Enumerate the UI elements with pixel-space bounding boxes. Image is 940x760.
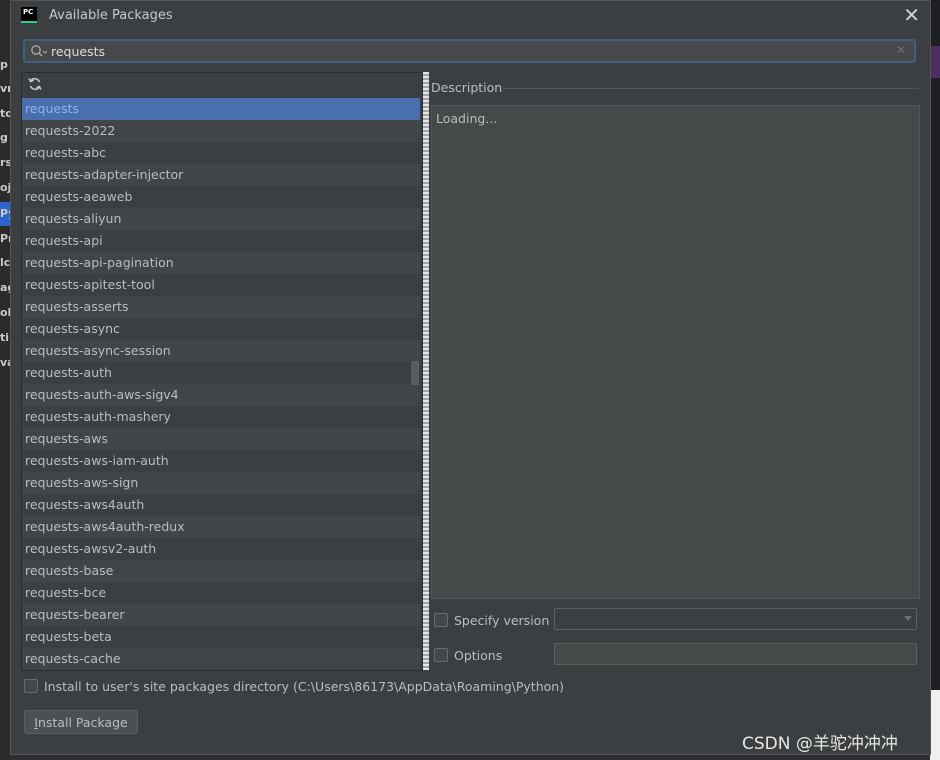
package-list-item[interactable]: requests-asserts [22, 296, 420, 318]
watermark-text: CSDN @羊驼冲冲冲 [742, 734, 898, 754]
clear-search-icon[interactable]: ✕ [896, 43, 906, 57]
package-list-item[interactable]: requests-awsv2-auth [22, 538, 420, 560]
background-fragment-text: ag [0, 281, 10, 294]
package-list-item[interactable]: requests-api-pagination [22, 252, 420, 274]
background-fragment-text: Py [0, 207, 10, 220]
background-fragment-text: va [0, 356, 10, 369]
package-list-item[interactable]: requests-async-session [22, 340, 420, 362]
package-list-item[interactable]: requests-aeaweb [22, 186, 420, 208]
background-fragment-text: rs [0, 156, 10, 169]
search-field[interactable]: ✕ [23, 39, 916, 63]
package-list-item[interactable]: requests-abc [22, 142, 420, 164]
search-icon[interactable] [30, 44, 48, 58]
package-list-item[interactable]: requests-aws4auth-redux [22, 516, 420, 538]
package-list-item[interactable]: requests-async [22, 318, 420, 340]
package-list-item[interactable]: requests-apitest-tool [22, 274, 420, 296]
install-user-site-label: Install to user's site packages director… [44, 679, 565, 694]
package-list-item[interactable]: requests-aliyun [22, 208, 420, 230]
available-packages-dialog: PC Available Packages ✕ ✕ requestsreques… [10, 0, 931, 755]
description-divider [503, 88, 919, 89]
background-fragment-text: oj [0, 181, 10, 194]
package-list-item[interactable]: requests-aws [22, 428, 420, 450]
package-list: requests requests-2022 requests-abc request… [22, 98, 420, 670]
pycharm-app-icon: PC [21, 7, 37, 23]
package-list-item[interactable]: requests-api [22, 230, 420, 252]
options-input[interactable] [554, 643, 917, 665]
background-ide-left-panel: p vr to g rs oj Py Pr lc ag ol ti va [0, 0, 10, 760]
package-list-scrollbar[interactable] [411, 361, 419, 385]
specify-version-label: Specify version [454, 613, 550, 628]
package-list-item[interactable]: requests-aws4auth [22, 494, 420, 516]
package-list-item[interactable]: requests-aws-iam-auth [22, 450, 420, 472]
package-list-item[interactable]: requests-cache [22, 648, 420, 670]
background-fragment-text: to [0, 107, 10, 120]
package-list-item[interactable]: requests-adapter-injector [22, 164, 420, 186]
package-list-toolbar [22, 73, 422, 97]
install-user-site-checkbox[interactable] [24, 679, 38, 693]
package-list-item[interactable]: requests-bearer [22, 604, 420, 626]
chevron-down-icon [904, 616, 912, 621]
options-label: Options [454, 648, 503, 663]
package-list-item[interactable]: requests-aws-sign [22, 472, 420, 494]
package-list-panel: requests requests-2022 requests-abc request… [21, 72, 423, 671]
refresh-icon[interactable] [28, 77, 42, 91]
background-fragment-text: g [0, 131, 8, 144]
background-fragment-text: vr [0, 82, 10, 95]
package-list-item[interactable]: requests-beta [22, 626, 420, 648]
install-button-label: nstall Package [37, 715, 128, 730]
description-box: Loading... [431, 105, 920, 599]
background-light-strip [930, 690, 940, 760]
background-fragment-text: p [0, 58, 8, 71]
background-ide-right-edge [930, 0, 940, 760]
package-list-item[interactable]: requests-base [22, 560, 420, 582]
package-list-item[interactable]: requests-2022 [22, 120, 420, 142]
background-fragment-text: Pr [0, 232, 10, 245]
search-input[interactable] [51, 42, 891, 60]
specify-version-checkbox[interactable] [434, 613, 448, 627]
app-icon-text: PC [23, 8, 34, 16]
background-fragment-text: lc [0, 256, 10, 269]
version-select[interactable] [554, 608, 917, 630]
description-label: Description [431, 80, 503, 95]
package-list-item[interactable]: requests [22, 98, 420, 120]
panel-splitter[interactable] [423, 72, 429, 670]
title-bar[interactable]: PC Available Packages ✕ [11, 1, 930, 31]
options-checkbox[interactable] [434, 648, 448, 662]
background-fragment-text: ol [0, 306, 10, 319]
package-list-item[interactable]: requests-auth [22, 362, 420, 384]
background-fragment-text: ti [0, 331, 10, 344]
description-text: Loading... [436, 111, 498, 126]
close-icon[interactable]: ✕ [903, 4, 920, 26]
background-accent-stripe [930, 46, 940, 78]
window-title: Available Packages [49, 8, 173, 23]
install-package-button[interactable]: Install Package [24, 710, 138, 734]
package-list-item[interactable]: requests-bce [22, 582, 420, 604]
package-list-item[interactable]: requests-auth-aws-sigv4 [22, 384, 420, 406]
package-list-item[interactable]: requests-auth-mashery [22, 406, 420, 428]
